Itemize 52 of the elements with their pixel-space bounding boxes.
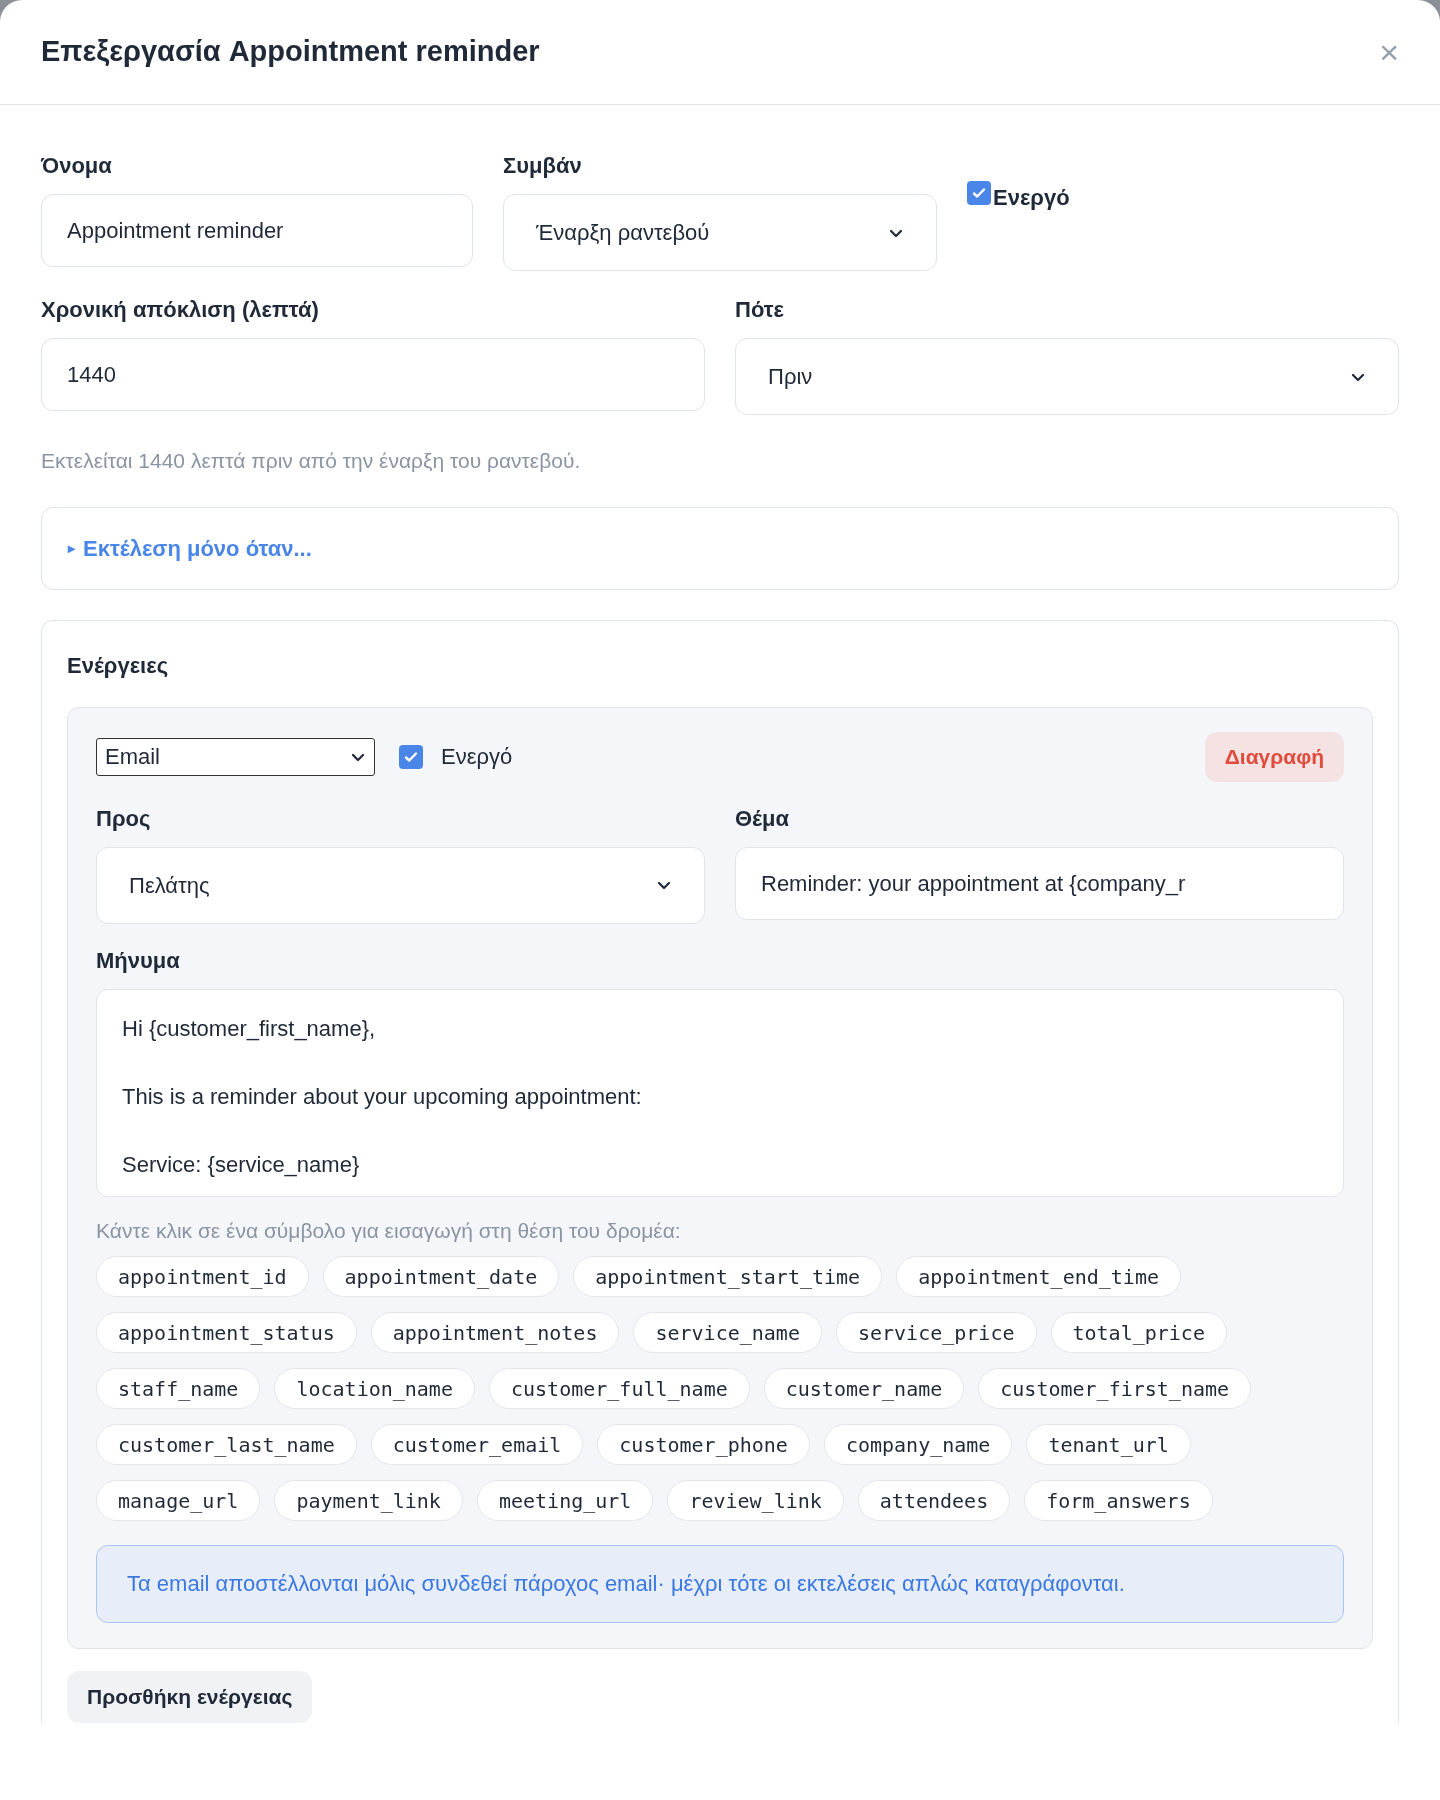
info-notice: Τα email αποστέλλονται μόλις συνδεθεί πάροχος email· μέχρι τότε οι εκτελέσεις απλώς καταγράφονται.: [96, 1545, 1344, 1623]
field-label: Πότε: [735, 296, 785, 324]
offset-input[interactable]: 1440: [41, 338, 705, 411]
field-label: Μήνυμα: [96, 946, 181, 975]
checkbox[interactable]: [967, 181, 991, 205]
token-chip[interactable]: service_price: [835, 1312, 1037, 1353]
token-chip[interactable]: tenant_url: [1026, 1424, 1191, 1465]
dialog-title: Επεξεργασία Appointment reminder: [41, 34, 540, 70]
token-chip[interactable]: staff_name: [96, 1368, 261, 1409]
hint-text: Εκτελείται 1440 λεπτά πριν από την έναρξη του ραντεβού.: [41, 448, 582, 474]
token-chip[interactable]: appointment_notes: [370, 1312, 620, 1353]
checkbox-label: Ενεργό: [441, 743, 513, 771]
section-title: Ενέργειες: [67, 651, 170, 680]
when-select[interactable]: Πριν: [735, 338, 1399, 415]
token-chip[interactable]: form_answers: [1024, 1480, 1213, 1521]
token-chip[interactable]: service_name: [633, 1312, 822, 1353]
token-chip[interactable]: location_name: [274, 1368, 475, 1409]
token-chip[interactable]: appointment_start_time: [573, 1256, 883, 1297]
add-action-button[interactable]: Προσθήκη ενέργειας: [67, 1671, 313, 1723]
token-chip[interactable]: appointment_end_time: [896, 1256, 1181, 1297]
token-chip[interactable]: customer_name: [763, 1368, 965, 1409]
field-label: Συμβάν: [503, 152, 583, 180]
message-textarea[interactable]: Hi {customer_first_name}, This is a reminder about your upcoming appointment: Service: {service_name}: [96, 988, 1344, 1197]
field-label: Θέμα: [735, 804, 791, 833]
recipient-select[interactable]: Πελάτης: [96, 846, 705, 924]
field-label: Προς: [96, 804, 152, 833]
token-chip[interactable]: payment_link: [274, 1480, 463, 1521]
checkbox-label: Ενεργό: [993, 184, 1070, 212]
checkbox[interactable]: [399, 744, 423, 769]
action-type-select[interactable]: Email: [96, 737, 375, 776]
token-chip[interactable]: customer_phone: [597, 1424, 810, 1465]
token-chip[interactable]: meeting_url: [476, 1480, 654, 1521]
name-input[interactable]: Appointment reminder: [41, 194, 473, 267]
checkmark-icon: [971, 185, 987, 201]
tokens-hint: Κάντε κλικ σε ένα σύμβολο για εισαγωγή στη θέση του δρομέα:: [96, 1217, 682, 1244]
field-label: Όνομα: [41, 152, 113, 180]
token-chip[interactable]: customer_first_name: [978, 1368, 1252, 1409]
token-chip[interactable]: manage_url: [96, 1480, 261, 1521]
token-chip[interactable]: customer_email: [370, 1424, 584, 1465]
token-chip[interactable]: customer_last_name: [96, 1424, 357, 1465]
event-select[interactable]: Έναρξη ραντεβού: [503, 194, 937, 271]
token-chip[interactable]: review_link: [667, 1480, 844, 1521]
condition-toggle[interactable]: ▸ Εκτέλεση μόνο όταν...: [41, 506, 1399, 590]
token-chip[interactable]: appointment_date: [322, 1256, 560, 1297]
token-chip[interactable]: company_name: [823, 1424, 1013, 1465]
subject-input[interactable]: Reminder: your appointment at {company_r: [735, 846, 1344, 920]
token-chip[interactable]: total_price: [1050, 1312, 1227, 1353]
token-chip[interactable]: customer_full_name: [488, 1368, 750, 1409]
token-chip[interactable]: attendees: [857, 1480, 1011, 1521]
field-label: Χρονική απόκλιση (λεπτά): [41, 296, 320, 324]
token-chip[interactable]: appointment_id: [96, 1256, 309, 1297]
token-chip[interactable]: appointment_status: [96, 1312, 357, 1353]
